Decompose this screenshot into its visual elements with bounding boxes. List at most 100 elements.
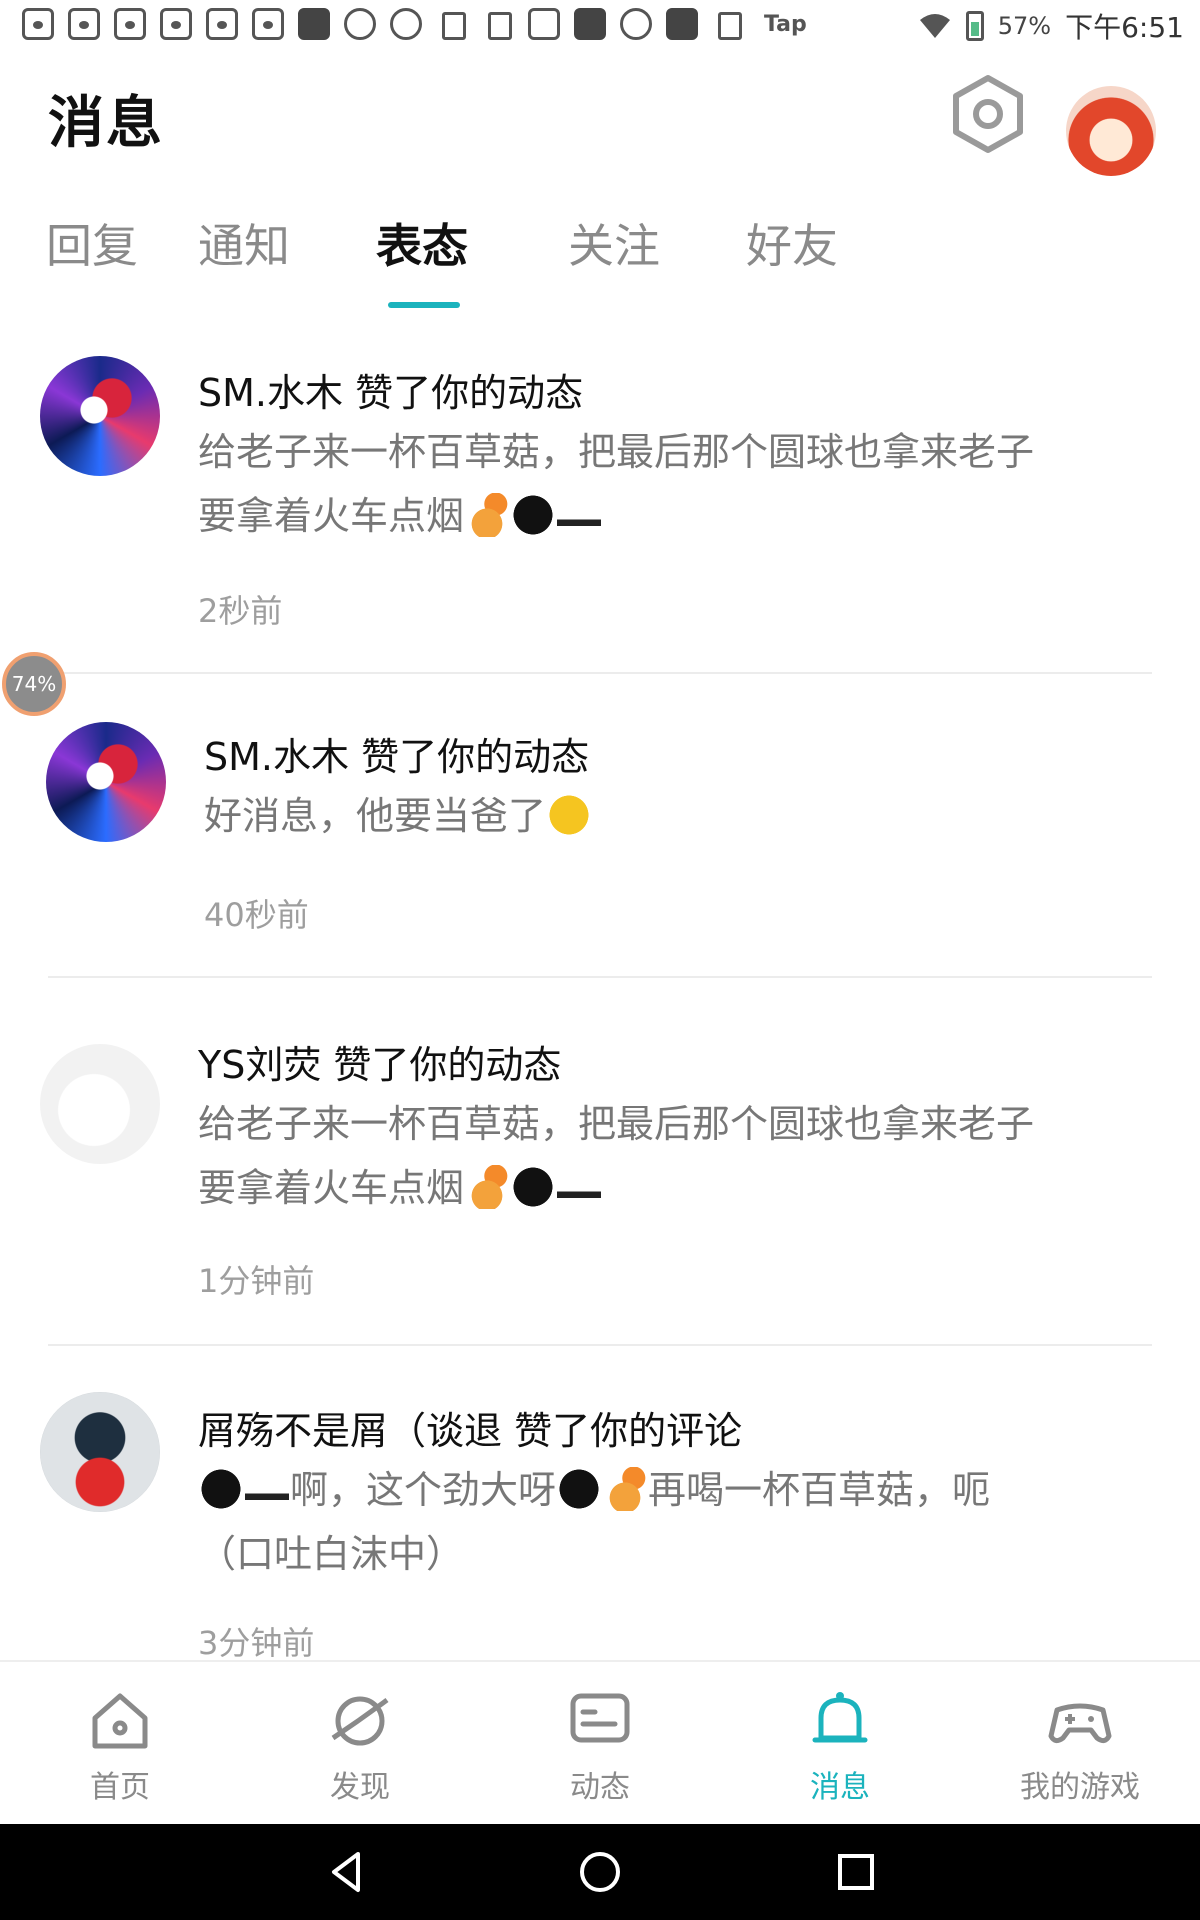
tap-label: Tap xyxy=(764,11,807,37)
message-body-text: 再喝一杯百草菇，呃 xyxy=(648,1468,991,1512)
nav-my-games[interactable]: 我的游戏 xyxy=(980,1690,1180,1806)
message-body: 好消息，他要当爸了 xyxy=(204,784,1184,848)
drink-emoji-icon xyxy=(603,1466,648,1511)
message-body-text: 好消息，他要当爸了 xyxy=(204,794,547,838)
tab-reply[interactable]: 回复 xyxy=(46,210,138,276)
black-face-emoji-icon xyxy=(557,1466,602,1511)
message-body-line: （口吐白沫中） xyxy=(198,1532,465,1576)
message-body-text: 要拿着火车点烟 xyxy=(198,1166,465,1210)
divider xyxy=(48,672,1152,674)
document-icon xyxy=(482,8,514,40)
message-body-line: 给老子来一杯百草菇，把最后那个圆球也拿来老子 xyxy=(198,1102,1035,1146)
home-circle-icon[interactable] xyxy=(576,1848,624,1896)
avatar[interactable] xyxy=(40,1392,160,1512)
message-body: 给老子来一杯百草菇，把最后那个圆球也拿来老子 要拿着火车点烟 xyxy=(198,1092,1178,1220)
drink-emoji-icon xyxy=(465,1164,510,1209)
nav-feed[interactable]: 动态 xyxy=(500,1690,700,1806)
avatar[interactable] xyxy=(46,722,166,842)
clipboard-icon xyxy=(436,8,468,40)
gallery-icon xyxy=(666,8,698,40)
message-title: SM.水木 赞了你的动态 xyxy=(198,371,584,415)
battery-icon xyxy=(965,11,984,41)
feed-message-icon xyxy=(570,1693,630,1743)
baidu-paw-icon xyxy=(160,8,192,40)
gallery-icon xyxy=(574,8,606,40)
battery-level: 57% xyxy=(997,12,1052,40)
message-body-line: 要拿着火车点烟 xyxy=(198,1156,1178,1220)
nav-label: 消息 xyxy=(810,1770,870,1805)
black-face-emoji-icon xyxy=(511,492,556,537)
message-time: 3分钟前 xyxy=(198,1624,315,1660)
download-icon xyxy=(712,8,744,40)
baidu-paw-icon xyxy=(22,8,54,40)
nav-label: 首页 xyxy=(90,1770,150,1805)
avatar[interactable] xyxy=(40,1044,160,1164)
baidu-paw-icon xyxy=(68,8,100,40)
camera-icon xyxy=(620,8,652,40)
nav-label: 动态 xyxy=(570,1770,630,1805)
drink-emoji-icon xyxy=(465,492,510,537)
back-icon[interactable] xyxy=(322,1848,370,1896)
status-bar: Tap 57% 下午6:51 xyxy=(0,0,1200,48)
list-item[interactable]: SM.水木 赞了你的动态 给老子来一杯百草菇，把最后那个圆球也拿来老子 要拿着火… xyxy=(0,340,1200,674)
user-avatar[interactable] xyxy=(1066,86,1156,176)
gift-icon xyxy=(344,8,376,40)
nav-discover[interactable]: 发现 xyxy=(260,1690,460,1806)
home-icon xyxy=(92,1693,148,1749)
nav-label: 发现 xyxy=(330,1770,390,1805)
message-title: YS刘荧 赞了你的动态 xyxy=(198,1043,562,1087)
grin-emoji-icon xyxy=(547,792,592,837)
status-right: 57% 下午6:51 xyxy=(918,6,1184,46)
message-body: 啊，这个劲大呀 再喝一杯百草菇，呃 （口吐白沫中） xyxy=(198,1458,1178,1586)
settings-button[interactable] xyxy=(952,74,1024,154)
settings-hexagon-icon xyxy=(953,75,1023,153)
image-icon xyxy=(528,8,560,40)
message-title: 屑殇不是屑（谈退 赞了你的评论 xyxy=(198,1409,743,1453)
message-tabs: 回复 通知 表态 关注 好友 xyxy=(0,210,1200,310)
black-face-emoji-icon xyxy=(199,1466,243,1511)
smoking-emoji-icon xyxy=(557,492,602,537)
wifi-icon xyxy=(919,14,950,38)
list-item[interactable]: 屑殇不是屑（谈退 赞了你的评论 啊，这个劲大呀 再喝一杯百草菇，呃 （口吐白沫中）… xyxy=(0,1378,1200,1660)
tab-follow[interactable]: 关注 xyxy=(568,210,660,276)
divider xyxy=(48,1344,1152,1346)
message-time: 1分钟前 xyxy=(198,1262,315,1300)
message-body: 给老子来一杯百草菇，把最后那个圆球也拿来老子 要拿着火车点烟 xyxy=(198,420,1178,548)
baidu-paw-icon xyxy=(252,8,284,40)
message-time: 40秒前 xyxy=(204,896,309,934)
message-body-text: 要拿着火车点烟 xyxy=(198,494,465,538)
capcut-icon xyxy=(298,8,330,40)
bell-icon xyxy=(812,1692,868,1743)
message-body-line: 要拿着火车点烟 xyxy=(198,484,1178,548)
baidu-paw-icon xyxy=(206,8,238,40)
discover-planet-icon xyxy=(331,1696,389,1746)
gamepad-icon xyxy=(1048,1703,1112,1744)
active-tab-indicator xyxy=(388,302,460,308)
message-body-line: 好消息，他要当爸了 xyxy=(204,784,1184,848)
tab-friends[interactable]: 好友 xyxy=(746,210,838,276)
nav-label: 我的游戏 xyxy=(1020,1770,1140,1805)
page-title: 消息 xyxy=(48,91,164,156)
message-body-text: 啊，这个劲大呀 xyxy=(290,1468,557,1512)
divider xyxy=(48,976,1152,978)
message-body-line: 给老子来一杯百草菇，把最后那个圆球也拿来老子 xyxy=(198,430,1035,474)
nav-home[interactable]: 首页 xyxy=(20,1690,220,1806)
clock: 下午6:51 xyxy=(1065,11,1184,44)
system-navigation-bar xyxy=(0,1824,1200,1920)
tab-notification[interactable]: 通知 xyxy=(198,210,290,276)
plus-circle-icon xyxy=(390,8,422,40)
message-title: SM.水木 赞了你的动态 xyxy=(204,735,590,779)
tab-reaction[interactable]: 表态 xyxy=(376,210,468,276)
smoking-emoji-icon xyxy=(245,1466,289,1511)
nav-messages[interactable]: 消息 xyxy=(740,1690,940,1806)
bottom-navigation: 首页 发现 动态 消息 我的游戏 xyxy=(0,1660,1200,1826)
list-item[interactable]: YS刘荧 赞了你的动态 给老子来一杯百草菇，把最后那个圆球也拿来老子 要拿着火车… xyxy=(0,1010,1200,1344)
recents-icon[interactable] xyxy=(832,1848,880,1896)
avatar[interactable] xyxy=(40,356,160,476)
list-item[interactable]: SM.水木 赞了你的动态 好消息，他要当爸了 40秒前 xyxy=(0,704,1200,976)
baidu-paw-icon xyxy=(114,8,146,40)
smoking-emoji-icon xyxy=(557,1164,602,1209)
notification-icons: Tap xyxy=(22,8,807,40)
message-time: 2秒前 xyxy=(198,592,283,630)
black-face-emoji-icon xyxy=(511,1164,556,1209)
